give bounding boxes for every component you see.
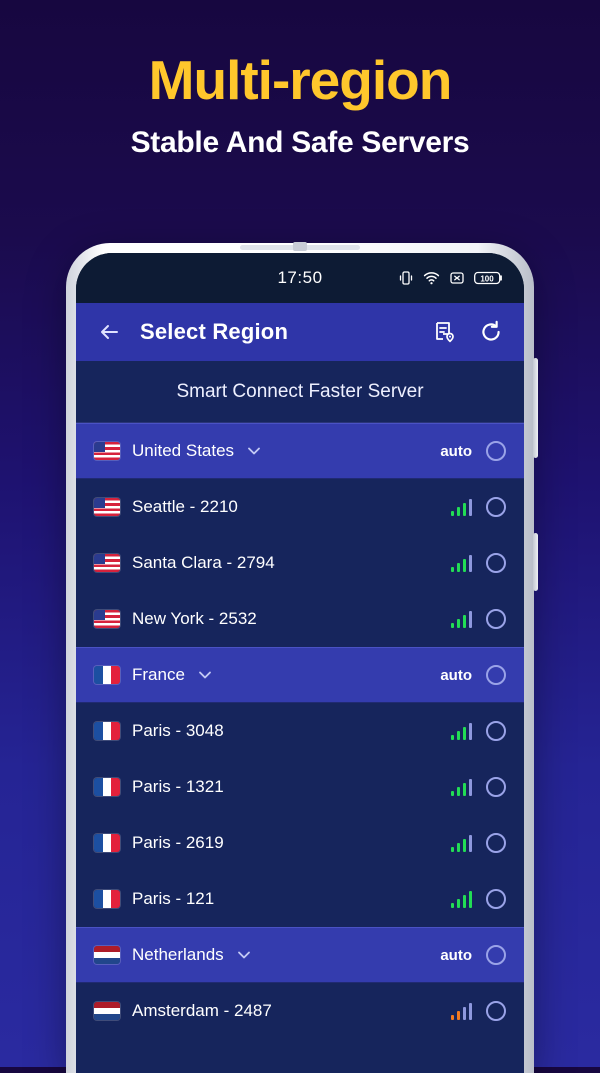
region-list: United States auto Seattle - 2210 Santa Cla… — [76, 423, 524, 1073]
auto-label: auto — [440, 666, 472, 684]
status-bar-time: 17:50 — [277, 268, 323, 287]
battery-level-text: 100 — [480, 274, 494, 283]
chevron-down-icon[interactable] — [244, 441, 264, 461]
signal-strength-icon — [450, 610, 472, 628]
promo-title: Multi-region — [148, 49, 453, 111]
flag-icon-fr — [94, 666, 120, 684]
server-name: New York - 2532 — [132, 609, 257, 628]
earpiece-speaker — [240, 242, 360, 251]
region-name: Netherlands — [132, 945, 224, 964]
select-radio[interactable] — [486, 497, 506, 517]
region-group-row[interactable]: Netherlands auto — [76, 927, 524, 983]
volume-button[interactable] — [533, 358, 538, 458]
flag-icon-fr — [94, 890, 120, 908]
flag-icon-us — [94, 442, 120, 460]
signal-strength-icon — [450, 554, 472, 572]
server-row[interactable]: Paris - 2619 — [76, 815, 524, 871]
region-name: United States — [132, 441, 235, 460]
select-radio[interactable] — [486, 609, 506, 629]
flag-icon-nl — [94, 1002, 120, 1020]
region-group-row[interactable]: United States auto — [76, 423, 524, 479]
wifi-icon — [423, 270, 440, 286]
server-name: Santa Clara - 2794 — [132, 553, 275, 572]
server-row[interactable]: Santa Clara - 2794 — [76, 535, 524, 591]
signal-strength-icon — [450, 498, 472, 516]
flag-icon-us — [94, 554, 120, 572]
select-radio[interactable] — [486, 553, 506, 573]
promo-subtitle: Stable And Safe Servers — [130, 125, 470, 159]
select-radio[interactable] — [486, 441, 506, 461]
back-arrow-icon[interactable] — [94, 317, 124, 347]
signal-strength-icon — [450, 834, 472, 852]
power-button[interactable] — [533, 533, 538, 591]
refresh-icon[interactable] — [476, 317, 506, 347]
signal-strength-icon — [450, 722, 472, 740]
auto-label: auto — [440, 442, 472, 460]
status-bar: 17:50 100 — [76, 253, 524, 303]
server-name: Paris - 1321 — [132, 777, 224, 796]
promo-header: Multi-region Stable And Safe Servers — [0, 0, 600, 160]
server-name: Seattle - 2210 — [132, 497, 238, 516]
flag-icon-us — [94, 498, 120, 516]
no-sim-icon — [449, 270, 465, 286]
signal-strength-icon — [450, 1002, 472, 1020]
server-row[interactable]: Seattle - 2210 — [76, 479, 524, 535]
region-name: France — [132, 665, 185, 684]
select-radio[interactable] — [486, 1001, 506, 1021]
select-radio[interactable] — [486, 721, 506, 741]
app-bar: Select Region — [76, 303, 524, 361]
smart-connect-banner[interactable]: Smart Connect Faster Server — [76, 361, 524, 423]
select-radio[interactable] — [486, 945, 506, 965]
server-name: Paris - 3048 — [132, 721, 224, 740]
flag-icon-us — [94, 610, 120, 628]
flag-icon-nl — [94, 946, 120, 964]
phone-mockup: 17:50 100 Select Region Smart Connect Fa… — [66, 242, 538, 1073]
flag-icon-fr — [94, 834, 120, 852]
vibrate-icon — [398, 270, 414, 286]
server-row[interactable]: Paris - 1321 — [76, 759, 524, 815]
region-group-row[interactable]: France auto — [76, 647, 524, 703]
battery-icon: 100 — [474, 270, 504, 286]
server-row[interactable]: Paris - 3048 — [76, 703, 524, 759]
select-radio[interactable] — [486, 665, 506, 685]
select-radio[interactable] — [486, 777, 506, 797]
signal-strength-icon — [450, 778, 472, 796]
page-title: Select Region — [140, 319, 289, 344]
flag-icon-fr — [94, 722, 120, 740]
phone-screen: 17:50 100 Select Region Smart Connect Fa… — [76, 253, 524, 1073]
server-row[interactable]: Paris - 121 — [76, 871, 524, 927]
chevron-down-icon[interactable] — [234, 945, 254, 965]
server-list-location-icon[interactable] — [430, 317, 460, 347]
chevron-down-icon[interactable] — [195, 665, 215, 685]
select-radio[interactable] — [486, 833, 506, 853]
signal-strength-icon — [450, 890, 472, 908]
server-name: Amsterdam - 2487 — [132, 1001, 272, 1020]
flag-icon-fr — [94, 778, 120, 796]
server-name: Paris - 121 — [132, 889, 215, 908]
select-radio[interactable] — [486, 889, 506, 909]
server-row[interactable]: Amsterdam - 2487 — [76, 983, 524, 1039]
server-row[interactable]: New York - 2532 — [76, 591, 524, 647]
status-bar-icons: 100 — [398, 270, 504, 286]
auto-label: auto — [440, 946, 472, 964]
server-name: Paris - 2619 — [132, 833, 224, 852]
